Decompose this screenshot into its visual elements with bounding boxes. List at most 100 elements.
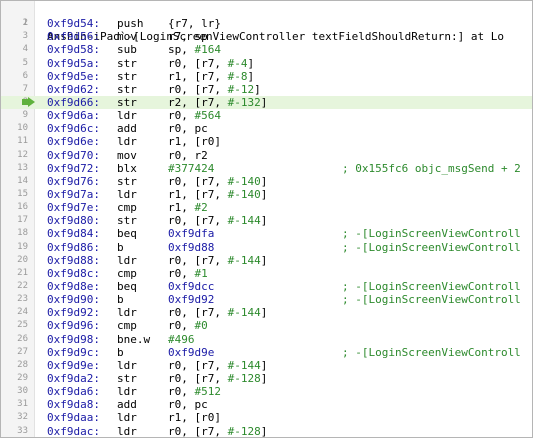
operand-immediate: #-8 xyxy=(227,69,248,83)
instruction-comment: ; -[LoginScreenViewControll xyxy=(342,227,521,241)
instruction-pointer-arrow-icon[interactable] xyxy=(22,96,35,107)
disassembly-view[interactable]: 1 Anshin-iPad`-[LoginScreenViewControlle… xyxy=(0,0,533,438)
disassembly-line[interactable]: 12 0xf9d70: mov r0, r2 xyxy=(1,149,532,162)
line-number: 5 xyxy=(22,57,28,68)
instruction: 0xf9da6: ldr r0, #512 xyxy=(47,385,221,399)
operand-text: r1, [r0] xyxy=(168,411,221,425)
disassembly-line[interactable]: 6 0xf9d5e: str r1, [r7, #-8] xyxy=(1,70,532,83)
operand-text: r0, [r7, xyxy=(168,371,228,385)
operand-text: ] xyxy=(260,371,268,385)
instruction-address: 0xf9d84: xyxy=(47,227,100,241)
instruction: 0xf9d7a: ldr r1, [r7, #-140] xyxy=(47,188,267,201)
instruction-mnemonic: str xyxy=(117,69,137,83)
disassembly-line[interactable]: 24 0xf9d92: ldr r0, [r7, #-144] xyxy=(1,306,532,319)
disassembly-line[interactable]: 17 0xf9d80: str r0, [r7, #-144] xyxy=(1,214,532,227)
operand-immediate: #377424 xyxy=(168,161,215,175)
instruction-mnemonic: b xyxy=(117,240,124,254)
instruction-operands: r0, [r7, #-140] xyxy=(168,175,267,188)
instruction-address: 0xf9d86: xyxy=(47,240,100,254)
operand-immediate: #512 xyxy=(194,385,222,399)
disassembly-line[interactable]: 10 0xf9d6c: add r0, pc xyxy=(1,122,532,135)
instruction-mnemonic: str xyxy=(117,214,137,228)
disassembly-line[interactable]: 31 0xf9da8: add r0, pc xyxy=(1,398,532,411)
line-number: 20 xyxy=(17,254,28,265)
disassembly-line[interactable]: 20 0xf9d88: ldr r0, [r7, #-144] xyxy=(1,254,532,267)
disassembly-line[interactable]: 9 0xf9d6a: ldr r0, #564 xyxy=(1,109,532,122)
operand-text: r0, pc xyxy=(168,398,208,412)
disassembly-line[interactable]: 13 0xf9d72: blx #377424 ; 0x155fc6 objc_msgS… xyxy=(1,162,532,175)
instruction-address: 0xf9d54: xyxy=(47,17,100,31)
instruction-address: 0xf9d7e: xyxy=(47,201,100,215)
operand-text: r1, xyxy=(168,201,195,215)
disassembly-line[interactable]: 28 0xf9d9e: ldr r0, [r7, #-144] xyxy=(1,359,532,372)
operand-immediate: #2 xyxy=(194,201,208,215)
instruction-address: 0xf9d76: xyxy=(47,174,100,188)
instruction-mnemonic: beq xyxy=(117,279,137,293)
disassembly-line[interactable]: 27 0xf9d9c: b 0xf9d9e ; -[LoginScreenViewCon… xyxy=(1,346,532,359)
instruction: 0xf9d5a: str r0, [r7, #-4] xyxy=(47,57,254,70)
line-number: 2 xyxy=(22,18,28,29)
disassembly-line[interactable]: 11 0xf9d6e: ldr r1, [r0] xyxy=(1,135,532,148)
instruction-operands: r0, #0 xyxy=(168,319,208,332)
operand-branch-target[interactable]: 0xf9dcc xyxy=(168,280,214,293)
instruction-address: 0xf9da6: xyxy=(47,385,100,399)
disassembly-line[interactable]: 21 0xf9d8c: cmp r0, #1 xyxy=(1,267,532,280)
instruction-mnemonic: ldr xyxy=(117,253,137,267)
disassembly-line[interactable]: 16 0xf9d7e: cmp r1, #2 xyxy=(1,201,532,214)
line-number: 32 xyxy=(17,412,28,423)
disassembly-line[interactable]: 26 0xf9d98: bne.w #496 xyxy=(1,333,532,346)
disassembly-line[interactable]: 23 0xf9d90: b 0xf9d92 ; -[LoginScreenViewCon… xyxy=(1,293,532,306)
disassembly-line[interactable]: 4 0xf9d58: sub sp, #164 xyxy=(1,43,532,56)
disassembly-line[interactable]: 22 0xf9d8e: beq 0xf9dcc ; -[LoginScreenViewC… xyxy=(1,280,532,293)
line-number: 16 xyxy=(17,202,28,213)
instruction-operands: 0xf9d9e xyxy=(168,346,214,359)
line-number: 21 xyxy=(17,267,28,278)
disassembly-line[interactable]: 8 0xf9d66: str r2, [r7, #-132] xyxy=(1,95,532,110)
disassembly-line[interactable]: 29 0xf9da2: str r0, [r7, #-128] xyxy=(1,372,532,385)
instruction-address: 0xf9d58: xyxy=(47,43,100,57)
operand-text: r2, [r7, xyxy=(168,95,228,109)
instruction: 0xf9d70: mov r0, r2 xyxy=(47,148,208,162)
instruction-address: 0xf9daa: xyxy=(47,411,100,425)
disassembly-line[interactable]: 3 0xf9d56: mov r7, sp xyxy=(1,30,532,43)
instruction-mnemonic: bne.w xyxy=(117,332,151,346)
instruction-address: 0xf9d56: xyxy=(47,30,100,44)
operand-immediate: #-12 xyxy=(227,82,255,96)
operand-text: ] xyxy=(260,95,268,109)
instruction-mnemonic: cmp xyxy=(117,319,137,333)
disassembly-line[interactable]: 2 0xf9d54: push {r7, lr} xyxy=(1,17,532,30)
instruction-address: 0xf9d90: xyxy=(47,293,100,307)
line-number: 15 xyxy=(17,188,28,199)
line-number: 12 xyxy=(17,149,28,160)
instruction: 0xf9d9e: ldr r0, [r7, #-144] xyxy=(47,359,267,372)
disassembly-line[interactable]: 19 0xf9d86: b 0xf9d88 ; -[LoginScreenViewCon… xyxy=(1,241,532,254)
disassembly-line[interactable]: 30 0xf9da6: ldr r0, #512 xyxy=(1,385,532,398)
disassembly-line[interactable]: 14 0xf9d76: str r0, [r7, #-140] xyxy=(1,175,532,188)
disassembly-line[interactable]: 18 0xf9d84: beq 0xf9dfa ; -[LoginScreenViewC… xyxy=(1,227,532,240)
operand-text: ] xyxy=(260,424,268,438)
disassembly-line[interactable]: 15 0xf9d7a: ldr r1, [r7, #-140] xyxy=(1,188,532,201)
instruction: 0xf9d8c: cmp r0, #1 xyxy=(47,266,208,280)
operand-text: ] xyxy=(260,187,268,201)
instruction: 0xf9d76: str r0, [r7, #-140] xyxy=(47,174,267,188)
operand-branch-target[interactable]: 0xf9d88 xyxy=(168,241,214,254)
disassembly-line[interactable]: 33 0xf9dac: ldr r0, [r7, #-128] xyxy=(1,425,532,438)
operand-branch-target[interactable]: 0xf9d9e xyxy=(168,346,214,359)
disassembly-line[interactable]: 7 0xf9d62: str r0, [r7, #-12] xyxy=(1,83,532,96)
disassembly-lines: 1 Anshin-iPad`-[LoginScreenViewControlle… xyxy=(1,4,532,438)
instruction-address: 0xf9d70: xyxy=(47,148,100,162)
operand-text: r0, [r7, xyxy=(168,253,228,267)
instruction-operands: #496 xyxy=(168,333,195,346)
instruction-mnemonic: str xyxy=(117,95,137,109)
operand-branch-target[interactable]: 0xf9d92 xyxy=(168,293,214,306)
disassembly-line[interactable]: 5 0xf9d5a: str r0, [r7, #-4] xyxy=(1,57,532,70)
disassembly-line[interactable]: 25 0xf9d96: cmp r0, #0 xyxy=(1,319,532,332)
operand-immediate: #564 xyxy=(194,109,222,123)
operand-immediate: #164 xyxy=(194,43,222,57)
instruction-address: 0xf9d8c: xyxy=(47,266,100,280)
operand-branch-target[interactable]: 0xf9dfa xyxy=(168,227,214,240)
instruction-operands: r0, [r7, #-128] xyxy=(168,372,267,385)
disassembly-line[interactable]: 32 0xf9daa: ldr r1, [r0] xyxy=(1,411,532,424)
instruction: 0xf9d5e: str r1, [r7, #-8] xyxy=(47,70,254,83)
instruction-mnemonic: ldr xyxy=(117,135,137,149)
